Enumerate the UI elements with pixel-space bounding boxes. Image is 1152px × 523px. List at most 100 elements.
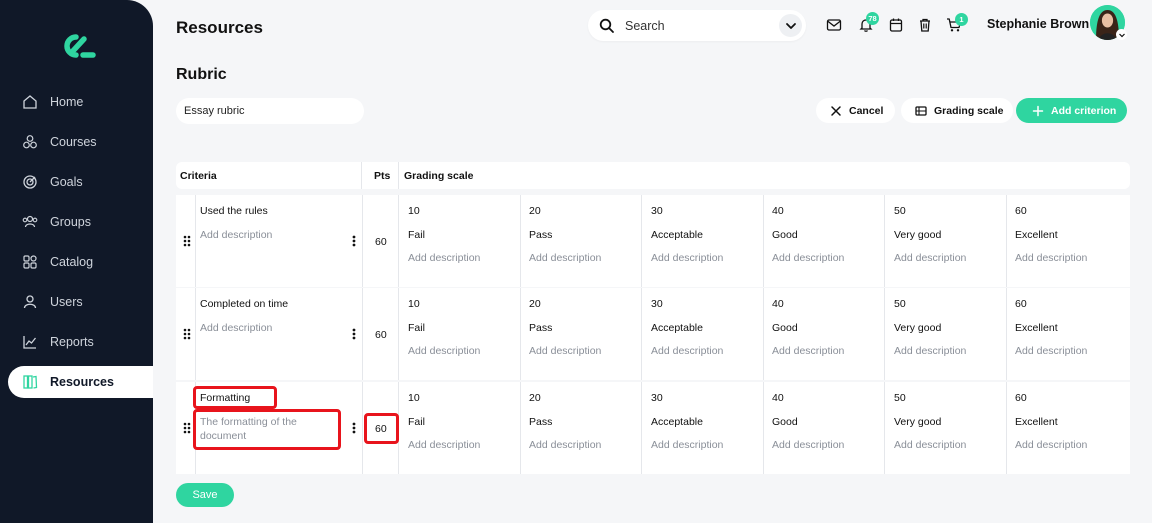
grade-label: Pass — [529, 229, 553, 241]
cancel-button[interactable]: Cancel — [816, 98, 895, 123]
grade-cell[interactable]: 60 Excellent Add description — [1007, 288, 1128, 380]
criterion-title[interactable]: Completed on time — [200, 298, 288, 310]
grade-cell[interactable]: 40 Good Add description — [764, 288, 885, 380]
highlight-box — [193, 386, 277, 409]
add-criterion-button[interactable]: Add criterion — [1016, 98, 1127, 123]
sidebar-item-label: Users — [50, 295, 83, 309]
grade-description: Add description — [651, 345, 724, 357]
save-button[interactable]: Save — [176, 483, 234, 507]
drag-handle-icon[interactable] — [182, 328, 192, 340]
grade-description: Add description — [1015, 345, 1088, 357]
grade-cell[interactable]: 50 Very good Add description — [886, 288, 1007, 380]
grade-label: Excellent — [1015, 322, 1058, 334]
sidebar-item-catalog[interactable]: Catalog — [8, 246, 153, 278]
sidebar-item-label: Courses — [50, 135, 97, 149]
grade-description: Add description — [894, 252, 967, 264]
search-icon — [599, 18, 615, 34]
grade-cell[interactable]: 10 Fail Add description — [400, 288, 521, 380]
grade-cell[interactable]: 20 Pass Add description — [521, 382, 642, 474]
grade-cell[interactable]: 60 Excellent Add description — [1007, 382, 1128, 474]
grade-value: 60 — [1015, 392, 1027, 404]
user-name[interactable]: Stephanie Brown — [987, 17, 1089, 31]
sidebar-item-goals[interactable]: Goals — [8, 166, 153, 198]
sidebar-item-users[interactable]: Users — [8, 286, 153, 318]
grade-label: Excellent — [1015, 416, 1058, 428]
header-criteria: Criteria — [180, 170, 217, 182]
grade-value: 10 — [408, 205, 420, 217]
grade-label: Acceptable — [651, 322, 703, 334]
courses-icon — [22, 134, 38, 150]
sidebar-item-label: Goals — [50, 175, 83, 189]
calendar-icon[interactable] — [888, 17, 904, 33]
more-options-icon[interactable] — [352, 328, 356, 340]
grade-cell[interactable]: 30 Acceptable Add description — [643, 195, 764, 287]
grade-cell[interactable]: 10 Fail Add description — [400, 195, 521, 287]
grade-description: Add description — [894, 345, 967, 357]
drag-handle-icon[interactable] — [182, 235, 192, 247]
grading-scale-label: Grading scale — [934, 104, 1004, 117]
grade-cell[interactable]: 20 Pass Add description — [521, 288, 642, 380]
grade-cell[interactable]: 50 Very good Add description — [886, 195, 1007, 287]
user-menu-chevron[interactable] — [1116, 29, 1127, 40]
grade-description: Add description — [408, 252, 481, 264]
rubric-name-input[interactable] — [176, 98, 364, 124]
goals-icon — [22, 174, 38, 190]
grade-label: Fail — [408, 416, 425, 428]
grade-value: 40 — [772, 392, 784, 404]
more-options-icon[interactable] — [352, 422, 356, 434]
grade-description: Add description — [1015, 252, 1088, 264]
grade-label: Pass — [529, 322, 553, 334]
grade-value: 60 — [1015, 205, 1027, 217]
grade-cell[interactable]: 10 Fail Add description — [400, 382, 521, 474]
sidebar-item-label: Catalog — [50, 255, 94, 269]
table-row: Completed on time Add description 60 10 F… — [176, 288, 1130, 380]
table-row: Used the rules Add description 60 10 Fail… — [176, 195, 1130, 287]
grade-cell[interactable]: 40 Good Add description — [764, 382, 885, 474]
grade-value: 20 — [529, 205, 541, 217]
grade-label: Pass — [529, 416, 553, 428]
sidebar-item-courses[interactable]: Courses — [8, 126, 153, 158]
grade-value: 30 — [651, 205, 663, 217]
grade-cell[interactable]: 50 Very good Add description — [886, 382, 1007, 474]
grade-cell[interactable]: 30 Acceptable Add description — [643, 382, 764, 474]
scale-icon — [915, 105, 927, 117]
grade-label: Very good — [894, 322, 942, 334]
more-options-icon[interactable] — [352, 235, 356, 247]
sidebar-item-label: Reports — [50, 335, 94, 349]
grade-description: Add description — [529, 439, 602, 451]
criterion-points[interactable]: 60 — [375, 236, 387, 248]
sidebar-item-groups[interactable]: Groups — [8, 206, 153, 238]
search-bar[interactable] — [588, 10, 806, 41]
grade-cell[interactable]: 20 Pass Add description — [521, 195, 642, 287]
sidebar-item-resources[interactable]: Resources — [8, 366, 153, 398]
grade-description: Add description — [651, 252, 724, 264]
sidebar-item-reports[interactable]: Reports — [8, 326, 153, 358]
chevron-down-icon — [1118, 33, 1125, 37]
section-title: Rubric — [176, 66, 227, 83]
grading-scale-button[interactable]: Grading scale — [901, 98, 1013, 123]
page-title: Resources — [176, 18, 263, 37]
plus-icon — [1032, 105, 1044, 117]
sidebar-item-home[interactable]: Home — [8, 86, 153, 118]
sidebar-nav: Home Courses Goals Groups Catalog Users … — [8, 86, 153, 406]
header-grading-scale: Grading scale — [404, 170, 474, 182]
grade-label: Very good — [894, 416, 942, 428]
highlight-box — [364, 413, 399, 444]
search-dropdown-button[interactable] — [779, 14, 802, 37]
mail-icon[interactable] — [826, 17, 842, 33]
grade-cell[interactable]: 30 Acceptable Add description — [643, 288, 764, 380]
search-input[interactable] — [625, 18, 765, 33]
criterion-points[interactable]: 60 — [375, 329, 387, 341]
criterion-title[interactable]: Used the rules — [200, 205, 268, 217]
sidebar-item-label: Groups — [50, 215, 91, 229]
criterion-description[interactable]: Add description — [200, 228, 330, 242]
grade-value: 40 — [772, 205, 784, 217]
grade-label: Good — [772, 229, 798, 241]
grade-description: Add description — [408, 345, 481, 357]
criterion-description[interactable]: Add description — [200, 321, 330, 335]
grade-cell[interactable]: 60 Excellent Add description — [1007, 195, 1128, 287]
grade-value: 50 — [894, 298, 906, 310]
trash-icon[interactable] — [917, 17, 933, 33]
drag-handle-icon[interactable] — [182, 422, 192, 434]
grade-cell[interactable]: 40 Good Add description — [764, 195, 885, 287]
